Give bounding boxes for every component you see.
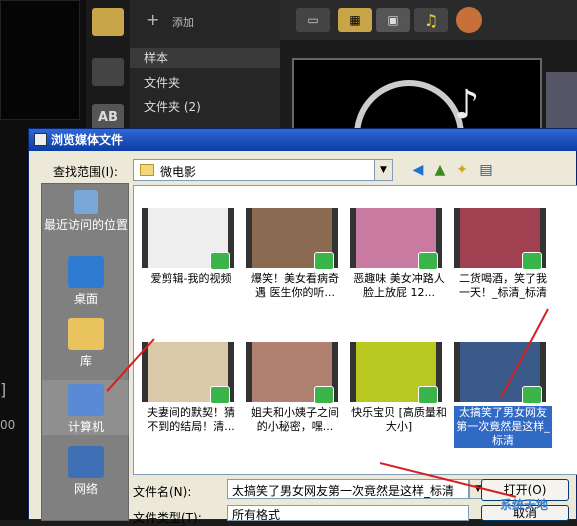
file-name: 夫妻间的默契！猜不到的结局！清... xyxy=(147,406,235,433)
video-badge-icon xyxy=(522,252,542,270)
effect-icon[interactable] xyxy=(456,7,482,33)
file-item[interactable]: 夫妻间的默契！猜不到的结局！清... xyxy=(142,342,240,434)
video-thumbnail xyxy=(142,342,234,404)
audio-filter-icon[interactable]: ♫ xyxy=(414,8,448,32)
media-library-icon[interactable] xyxy=(92,8,124,36)
video-thumbnail xyxy=(246,342,338,404)
image-filter-icon[interactable]: ▣ xyxy=(376,8,410,32)
video-badge-icon xyxy=(418,386,438,404)
file-name: 快乐宝贝 [高质量和大小] xyxy=(351,406,447,433)
file-name: 二货喝酒，笑了我一天！_标清_标清 xyxy=(459,272,547,299)
media-toolbar: ▭ ▦ ▣ ♫ xyxy=(280,0,577,40)
file-item[interactable]: 爆笑！美女看病奇遇 医生你的听... xyxy=(246,208,344,300)
video-filter-icon[interactable]: ▦ xyxy=(338,8,372,32)
editor-preview-panel xyxy=(0,0,80,120)
dialog-app-icon xyxy=(34,133,47,146)
file-item[interactable]: 恶趣味 美女冲路人脸上放屁 12... xyxy=(350,208,448,300)
video-thumbnail xyxy=(350,342,442,404)
library-item-folder2[interactable]: 文件夹 (2) xyxy=(144,98,201,115)
places-bar: 最近访问的位置 桌面 库 计算机 网络 xyxy=(41,183,130,521)
library-item-sample[interactable]: 样本 xyxy=(130,48,280,68)
file-item[interactable]: 姐夫和小姨子之间的小秘密，嘿... xyxy=(246,342,344,434)
lookin-value: 微电影 xyxy=(160,165,197,179)
place-network[interactable]: 网络 xyxy=(42,446,130,497)
file-item[interactable]: 爱剪辑-我的视频 xyxy=(142,208,240,300)
video-badge-icon xyxy=(314,252,334,270)
file-name: 太搞笑了男女网友第一次竟然是这样_标清 xyxy=(454,406,552,448)
place-library[interactable]: 库 xyxy=(42,318,130,369)
file-item[interactable]: 二货喝酒，笑了我一天！_标清_标清 xyxy=(454,208,552,300)
browse-media-dialog: 浏览媒体文件 查找范围(I): 微电影 ▼ ◀ ▲ ✦ ▤ 最近访问的位置 桌面… xyxy=(28,128,577,525)
add-label[interactable]: 添加 xyxy=(172,14,194,30)
media-strip-thumbnail[interactable] xyxy=(546,72,577,132)
lookin-label: 查找范围(I): xyxy=(53,165,118,179)
place-computer-label: 计算机 xyxy=(67,420,104,434)
place-recent-label: 最近访问的位置 xyxy=(43,218,128,232)
video-badge-icon xyxy=(314,386,334,404)
place-desktop[interactable]: 桌面 xyxy=(42,256,130,307)
timecode: 00 xyxy=(0,418,16,432)
timeline-bracket: ] xyxy=(0,380,7,399)
file-item[interactable]: 快乐宝贝 [高质量和大小] xyxy=(350,342,448,434)
video-thumbnail xyxy=(246,208,338,270)
filetype-select[interactable]: 所有格式 xyxy=(227,505,469,521)
network-icon xyxy=(68,446,104,478)
filename-label: 文件名(N): xyxy=(133,485,192,499)
place-computer[interactable]: 计算机 xyxy=(42,380,130,435)
folder-icon[interactable]: ▭ xyxy=(296,8,330,32)
place-recent[interactable]: 最近访问的位置 xyxy=(42,190,130,233)
video-thumbnail xyxy=(142,208,234,270)
library-menu: + 添加 样本 文件夹 文件夹 (2) xyxy=(130,0,280,130)
filename-input[interactable]: 太搞笑了男女网友第一次竟然是这样_标清 xyxy=(227,479,469,499)
up-folder-icon[interactable]: ▲ xyxy=(431,161,449,179)
dialog-title: 浏览媒体文件 xyxy=(51,133,124,147)
file-name: 爱剪辑-我的视频 xyxy=(150,272,232,285)
video-badge-icon xyxy=(210,386,230,404)
transition-icon[interactable] xyxy=(92,58,124,86)
computer-icon xyxy=(68,384,104,416)
place-network-label: 网络 xyxy=(73,482,98,496)
add-icon[interactable]: + xyxy=(146,10,159,29)
place-desktop-label: 桌面 xyxy=(73,292,98,306)
recent-places-icon xyxy=(74,190,98,214)
video-badge-icon xyxy=(522,386,542,404)
library-item-folder[interactable]: 文件夹 xyxy=(144,74,180,91)
view-menu-icon[interactable]: ▤ xyxy=(477,161,495,179)
video-thumbnail xyxy=(454,342,546,404)
place-library-label: 库 xyxy=(79,354,92,368)
file-name: 爆笑！美女看病奇遇 医生你的听... xyxy=(251,272,339,299)
dialog-titlebar[interactable]: 浏览媒体文件 xyxy=(29,129,577,151)
media-preview-thumbnail: ♪ xyxy=(292,58,542,190)
video-badge-icon xyxy=(418,252,438,270)
new-folder-icon[interactable]: ✦ xyxy=(453,161,471,179)
file-name: 姐夫和小姨子之间的小秘密，嘿... xyxy=(251,406,339,433)
file-list[interactable]: 爱剪辑-我的视频 爆笑！美女看病奇遇 医生你的听... 恶趣味 美女冲路人脸上放… xyxy=(133,185,577,475)
video-thumbnail xyxy=(454,208,546,270)
music-note-icon: ♪ xyxy=(454,82,480,128)
filetype-label: 文件类型(T): xyxy=(133,511,202,525)
desktop-icon xyxy=(68,256,104,288)
library-icon xyxy=(68,318,104,350)
back-icon[interactable]: ◀ xyxy=(409,161,427,179)
video-badge-icon xyxy=(210,252,230,270)
chevron-down-icon[interactable]: ▼ xyxy=(374,160,392,180)
lookin-combo[interactable]: 微电影 ▼ xyxy=(133,159,393,181)
watermark: 系统天地 xyxy=(500,498,549,512)
video-thumbnail xyxy=(350,208,442,270)
folder-icon xyxy=(140,164,154,176)
file-name: 恶趣味 美女冲路人脸上放屁 12... xyxy=(353,272,445,299)
